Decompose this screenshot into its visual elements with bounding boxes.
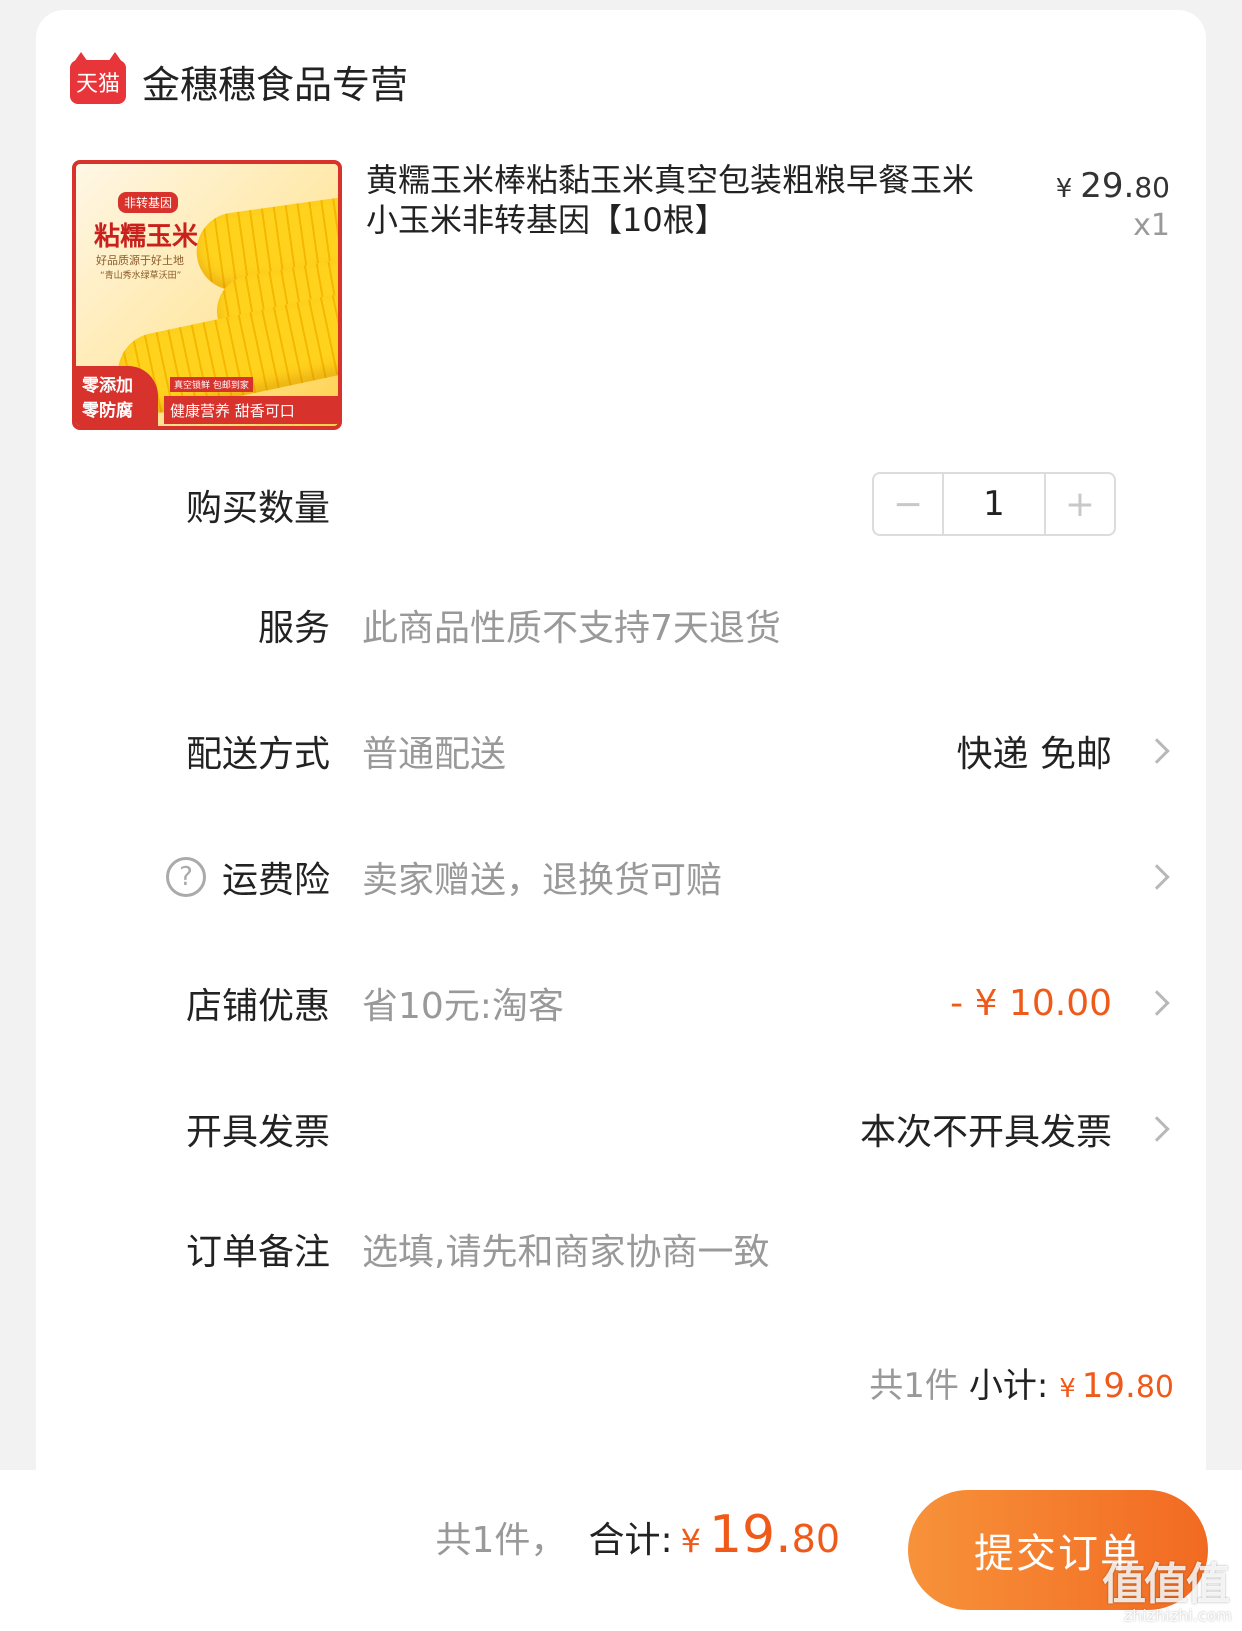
invoice-label: 开具发票	[185, 1112, 330, 1153]
store-discount-row[interactable]: 店铺优惠 省10元:淘客 - ¥ 10.00	[36, 968, 1206, 1038]
delivery-row[interactable]: 配送方式 普通配送 快递 免邮	[36, 716, 1206, 786]
tmall-logo: 天猫	[70, 51, 126, 104]
chevron-right-icon	[1144, 738, 1170, 764]
shop-header[interactable]: 天猫 金穗穗食品专营	[70, 51, 408, 109]
shipping-insurance-label-group: ? 运费险	[165, 851, 330, 903]
delivery-method: 快递 免邮	[956, 734, 1112, 775]
invoice-value: 本次不开具发票	[859, 1112, 1112, 1153]
image-tag: 非转基因	[118, 192, 179, 213]
subtotal-count: 共1件	[869, 1366, 959, 1406]
watermark: 值值值	[1102, 1559, 1230, 1610]
decrease-button[interactable]: −	[874, 474, 944, 534]
shipping-insurance-label: 运费险	[221, 860, 330, 901]
subtotal-dec: 80	[1135, 1370, 1174, 1405]
product-quantity: x1	[1133, 208, 1170, 243]
total-label: 合计:	[588, 1520, 673, 1561]
image-title: 粘糯玉米	[94, 222, 199, 252]
product-image[interactable]: 非转基因 粘糯玉米 好品质源于好土地 “青山秀水绿草沃田” 真空锁鲜 包邮到家 …	[72, 160, 342, 430]
subtotal: 共1件 小计: ¥19.80	[869, 1358, 1174, 1407]
watermark-url: zhizhizhi.com	[1123, 1606, 1232, 1625]
increase-button[interactable]: +	[1044, 474, 1114, 534]
shipping-insurance-row[interactable]: ? 运费险 卖家赠送，退换货可赔	[36, 842, 1206, 912]
service-row: 服务 此商品性质不支持7天退货	[36, 590, 1206, 660]
shop-name[interactable]: 金穗穗食品专营	[142, 54, 408, 109]
product-title[interactable]: 黄糯玉米棒粘黏玉米真空包装粗粮早餐玉米小玉米非转基因【10根】	[366, 160, 986, 240]
service-label: 服务	[257, 608, 330, 649]
store-discount-label: 店铺优惠	[185, 986, 330, 1027]
total-dec: 80	[791, 1517, 840, 1561]
image-left-band: 零添加 零防腐	[76, 366, 158, 426]
chevron-right-icon	[1144, 1116, 1170, 1142]
order-note-input[interactable]: 选填,请先和商家协商一致	[362, 1223, 769, 1275]
quantity-label: 购买数量	[185, 488, 330, 529]
invoice-row[interactable]: 开具发票 本次不开具发票	[36, 1094, 1206, 1164]
chevron-right-icon	[1144, 990, 1170, 1016]
price-int: 29.	[1080, 166, 1135, 206]
image-band-line-2: 零防腐	[82, 401, 133, 421]
image-band-line-1: 零添加	[82, 376, 133, 396]
order-total: 共1件， 合计: ¥19.80	[436, 1505, 840, 1565]
image-subtitle: 好品质源于好土地	[96, 254, 184, 267]
subtotal-amount: ¥19.80	[1059, 1366, 1174, 1406]
total-count: 共1件，	[435, 1520, 567, 1561]
order-note-row: 订单备注 选填,请先和商家协商一致	[36, 1214, 1206, 1284]
subtotal-int: 19.	[1081, 1366, 1136, 1406]
total-symbol: ¥	[680, 1522, 701, 1560]
shipping-insurance-text: 卖家赠送，退换货可赔	[362, 860, 723, 901]
total-amount: ¥19.80	[681, 1505, 840, 1565]
order-card: 天猫 金穗穗食品专营 非转基因 粘糯玉米 好品质源于好土地 “青山秀水绿草沃田”…	[36, 10, 1206, 1530]
question-mark-icon[interactable]: ?	[165, 857, 206, 897]
total-int: 19.	[708, 1505, 792, 1565]
quantity-stepper: − 1 +	[872, 472, 1116, 536]
service-text: 此商品性质不支持7天退货	[362, 608, 781, 649]
image-small-note: 真空锁鲜 包邮到家	[170, 377, 253, 392]
order-note-label: 订单备注	[185, 1232, 330, 1273]
image-subtitle-2: “青山秀水绿草沃田”	[100, 271, 182, 281]
price-symbol: ¥	[1055, 174, 1073, 204]
delivery-text: 普通配送	[362, 734, 507, 775]
subtotal-symbol: ¥	[1059, 1374, 1076, 1404]
price-dec: 80	[1134, 171, 1170, 204]
subtotal-label: 小计:	[968, 1366, 1049, 1406]
store-discount-amount: - ¥ 10.00	[950, 982, 1112, 1024]
delivery-label: 配送方式	[185, 734, 330, 775]
store-discount-text: 省10元:淘客	[362, 986, 564, 1027]
product-price: ¥29.80	[1056, 166, 1170, 206]
image-bottom-band: 健康营养 甜香可口	[164, 396, 338, 424]
chevron-right-icon	[1144, 864, 1170, 890]
quantity-value[interactable]: 1	[944, 474, 1044, 534]
